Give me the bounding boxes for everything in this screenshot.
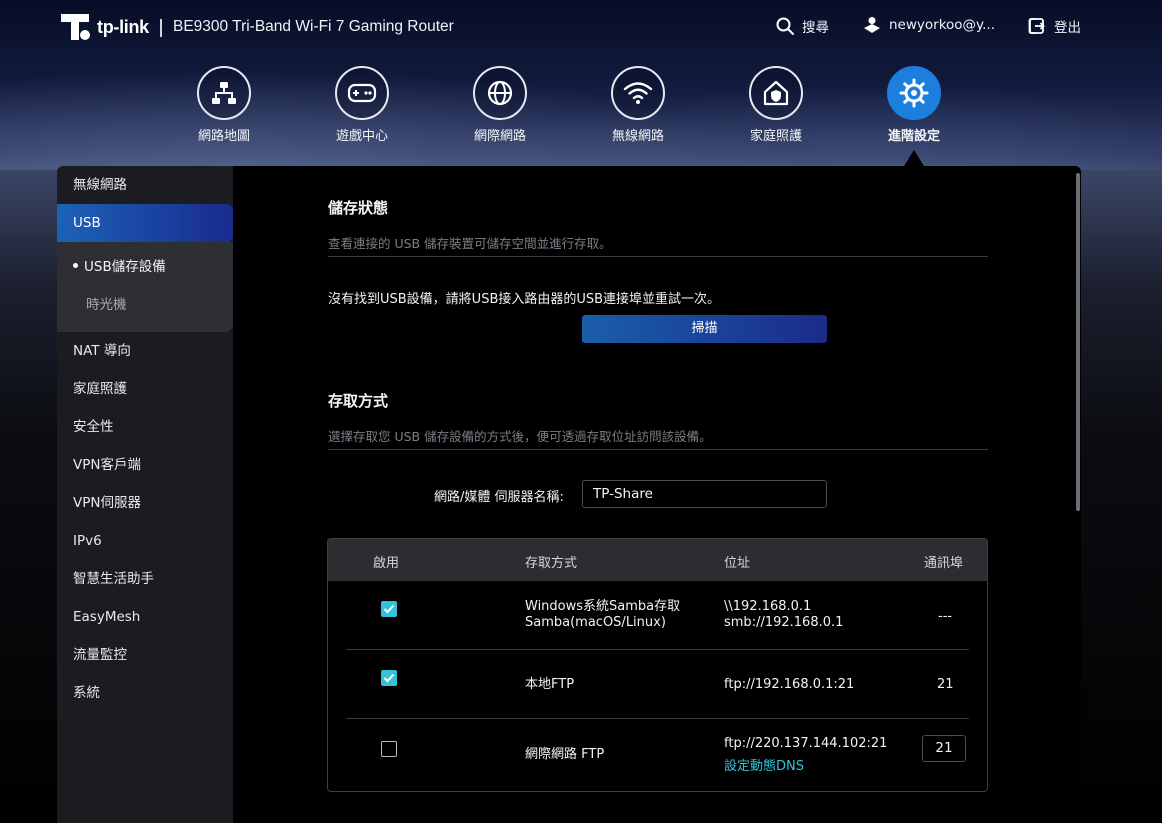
port-internet-ftp-input[interactable]: 21 <box>922 735 966 762</box>
method-samba-windows: Windows系統Samba存取 <box>525 599 681 614</box>
network-map-icon <box>197 66 251 120</box>
column-header-address: 位址 <box>724 556 751 571</box>
home-shield-icon <box>749 66 803 120</box>
user-icon <box>864 17 880 33</box>
sidebar-item-ipv6[interactable]: IPv6 <box>57 522 233 560</box>
sidebar-subitem-time-machine[interactable]: 時光機 <box>57 286 233 324</box>
column-header-port: 通訊埠 <box>924 556 964 571</box>
tp-link-logo-icon <box>61 14 90 40</box>
enable-checkbox-internet-ftp[interactable] <box>381 741 397 757</box>
sidebar-usb-submenu: USB儲存設備 時光機 <box>57 242 233 332</box>
divider <box>328 256 988 257</box>
column-header-enable: 啟用 <box>373 556 400 571</box>
nav-internet[interactable]: 網際網路 <box>445 66 555 144</box>
server-name-label: 網路/媒體 伺服器名稱: <box>434 490 564 505</box>
gamepad-icon <box>335 66 389 120</box>
port-samba: --- <box>938 609 953 624</box>
nav-label: 網際網路 <box>473 129 526 144</box>
nav-label: 無線網路 <box>611 129 664 144</box>
nav-advanced[interactable]: 進階設定 <box>859 66 969 144</box>
storage-status-title: 儲存狀態 <box>328 199 389 217</box>
active-nav-indicator <box>904 150 924 166</box>
server-name-input[interactable]: TP-Share <box>582 480 827 508</box>
sidebar-item-traffic[interactable]: 流量監控 <box>57 636 233 674</box>
logout-button[interactable]: 登出 <box>1028 16 1081 36</box>
scan-button[interactable]: 掃描 <box>582 315 827 343</box>
main-nav: 網路地圖 遊戲中心 網際網路 無線網路 家庭照護 進階設定 <box>0 66 1162 166</box>
gear-icon <box>887 66 941 120</box>
product-name: BE9300 Tri-Band Wi-Fi 7 Gaming Router <box>173 18 454 35</box>
nav-label: 遊戲中心 <box>335 129 388 144</box>
globe-icon <box>473 66 527 120</box>
sidebar: 無線網路 USB USB儲存設備 時光機 NAT 導向 家庭照護 安全性 VPN… <box>57 166 233 823</box>
header-divider <box>160 19 162 37</box>
search-label: 搜尋 <box>802 20 829 36</box>
sidebar-item-vpn-client[interactable]: VPN客戶端 <box>57 446 233 484</box>
sidebar-item-easymesh[interactable]: EasyMesh <box>57 598 233 636</box>
scrollbar[interactable] <box>1076 173 1080 511</box>
user-account-button[interactable]: newyorkoo@y... <box>863 16 995 34</box>
storage-status-description: 查看連接的 USB 儲存裝置可儲存空間並進行存取。 <box>328 236 612 251</box>
divider <box>328 449 988 450</box>
nav-label: 家庭照護 <box>749 129 802 144</box>
check-icon <box>383 604 395 614</box>
sidebar-item-smart-life[interactable]: 智慧生活助手 <box>57 560 233 598</box>
method-local-ftp: 本地FTP <box>525 677 575 692</box>
nav-network-map[interactable]: 網路地圖 <box>169 66 279 144</box>
logout-icon <box>1028 18 1045 34</box>
access-methods-table: 啟用 存取方式 位址 通訊埠 Windows系統Samba存取 Samba(ma… <box>327 538 988 792</box>
sidebar-item-vpn-server[interactable]: VPN伺服器 <box>57 484 233 522</box>
check-icon <box>383 673 395 683</box>
sidebar-item-security[interactable]: 安全性 <box>57 408 233 446</box>
tp-link-logo[interactable]: tp-link <box>57 10 149 44</box>
top-bar: tp-link BE9300 Tri-Band Wi-Fi 7 Gaming R… <box>0 0 1162 56</box>
user-label: newyorkoo@y... <box>889 17 995 33</box>
method-samba-unix: Samba(macOS/Linux) <box>525 615 666 630</box>
sidebar-item-home-care[interactable]: 家庭照護 <box>57 370 233 408</box>
search-button[interactable]: 搜尋 <box>776 16 829 36</box>
sidebar-item-system[interactable]: 系統 <box>57 674 233 712</box>
port-local-ftp: 21 <box>937 677 954 692</box>
active-dot <box>73 262 78 268</box>
logout-label: 登出 <box>1054 20 1081 36</box>
address-internet-ftp: ftp://220.137.144.102:21 <box>724 736 888 751</box>
sidebar-subitem-usb-storage[interactable]: USB儲存設備 <box>57 248 233 286</box>
enable-checkbox-samba[interactable] <box>381 601 397 617</box>
table-header: 啟用 存取方式 位址 通訊埠 <box>328 539 987 581</box>
sidebar-item-nat[interactable]: NAT 導向 <box>57 332 233 370</box>
access-method-title: 存取方式 <box>328 392 389 410</box>
address-local-ftp: ftp://192.168.0.1:21 <box>724 677 855 692</box>
row-divider <box>346 718 969 719</box>
no-device-message: 沒有找到USB設備，請將USB接入路由器的USB連接埠並重試一次。 <box>328 292 721 307</box>
nav-label: 進階設定 <box>887 129 940 144</box>
sidebar-item-usb[interactable]: USB <box>57 204 233 242</box>
nav-home-care[interactable]: 家庭照護 <box>721 66 831 144</box>
logo-text: tp-link <box>97 16 149 37</box>
column-header-method: 存取方式 <box>525 556 578 571</box>
row-divider <box>346 649 969 650</box>
sidebar-subitem-label: USB儲存設備 <box>84 259 166 275</box>
set-ddns-link[interactable]: 設定動態DNS <box>724 759 804 775</box>
nav-game-center[interactable]: 遊戲中心 <box>307 66 417 144</box>
nav-label: 網路地圖 <box>197 129 250 144</box>
address-samba-unix: smb://192.168.0.1 <box>724 615 844 630</box>
access-method-description: 選擇存取您 USB 儲存設備的方式後，便可透過存取位址訪問該設備。 <box>328 429 712 444</box>
wifi-icon <box>611 66 665 120</box>
sidebar-item-wireless[interactable]: 無線網路 <box>57 166 233 204</box>
enable-checkbox-local-ftp[interactable] <box>381 670 397 686</box>
address-samba-windows: \\192.168.0.1 <box>724 599 812 614</box>
nav-wireless[interactable]: 無線網路 <box>583 66 693 144</box>
search-icon <box>776 17 794 35</box>
method-internet-ftp: 網際網路 FTP <box>525 747 605 762</box>
